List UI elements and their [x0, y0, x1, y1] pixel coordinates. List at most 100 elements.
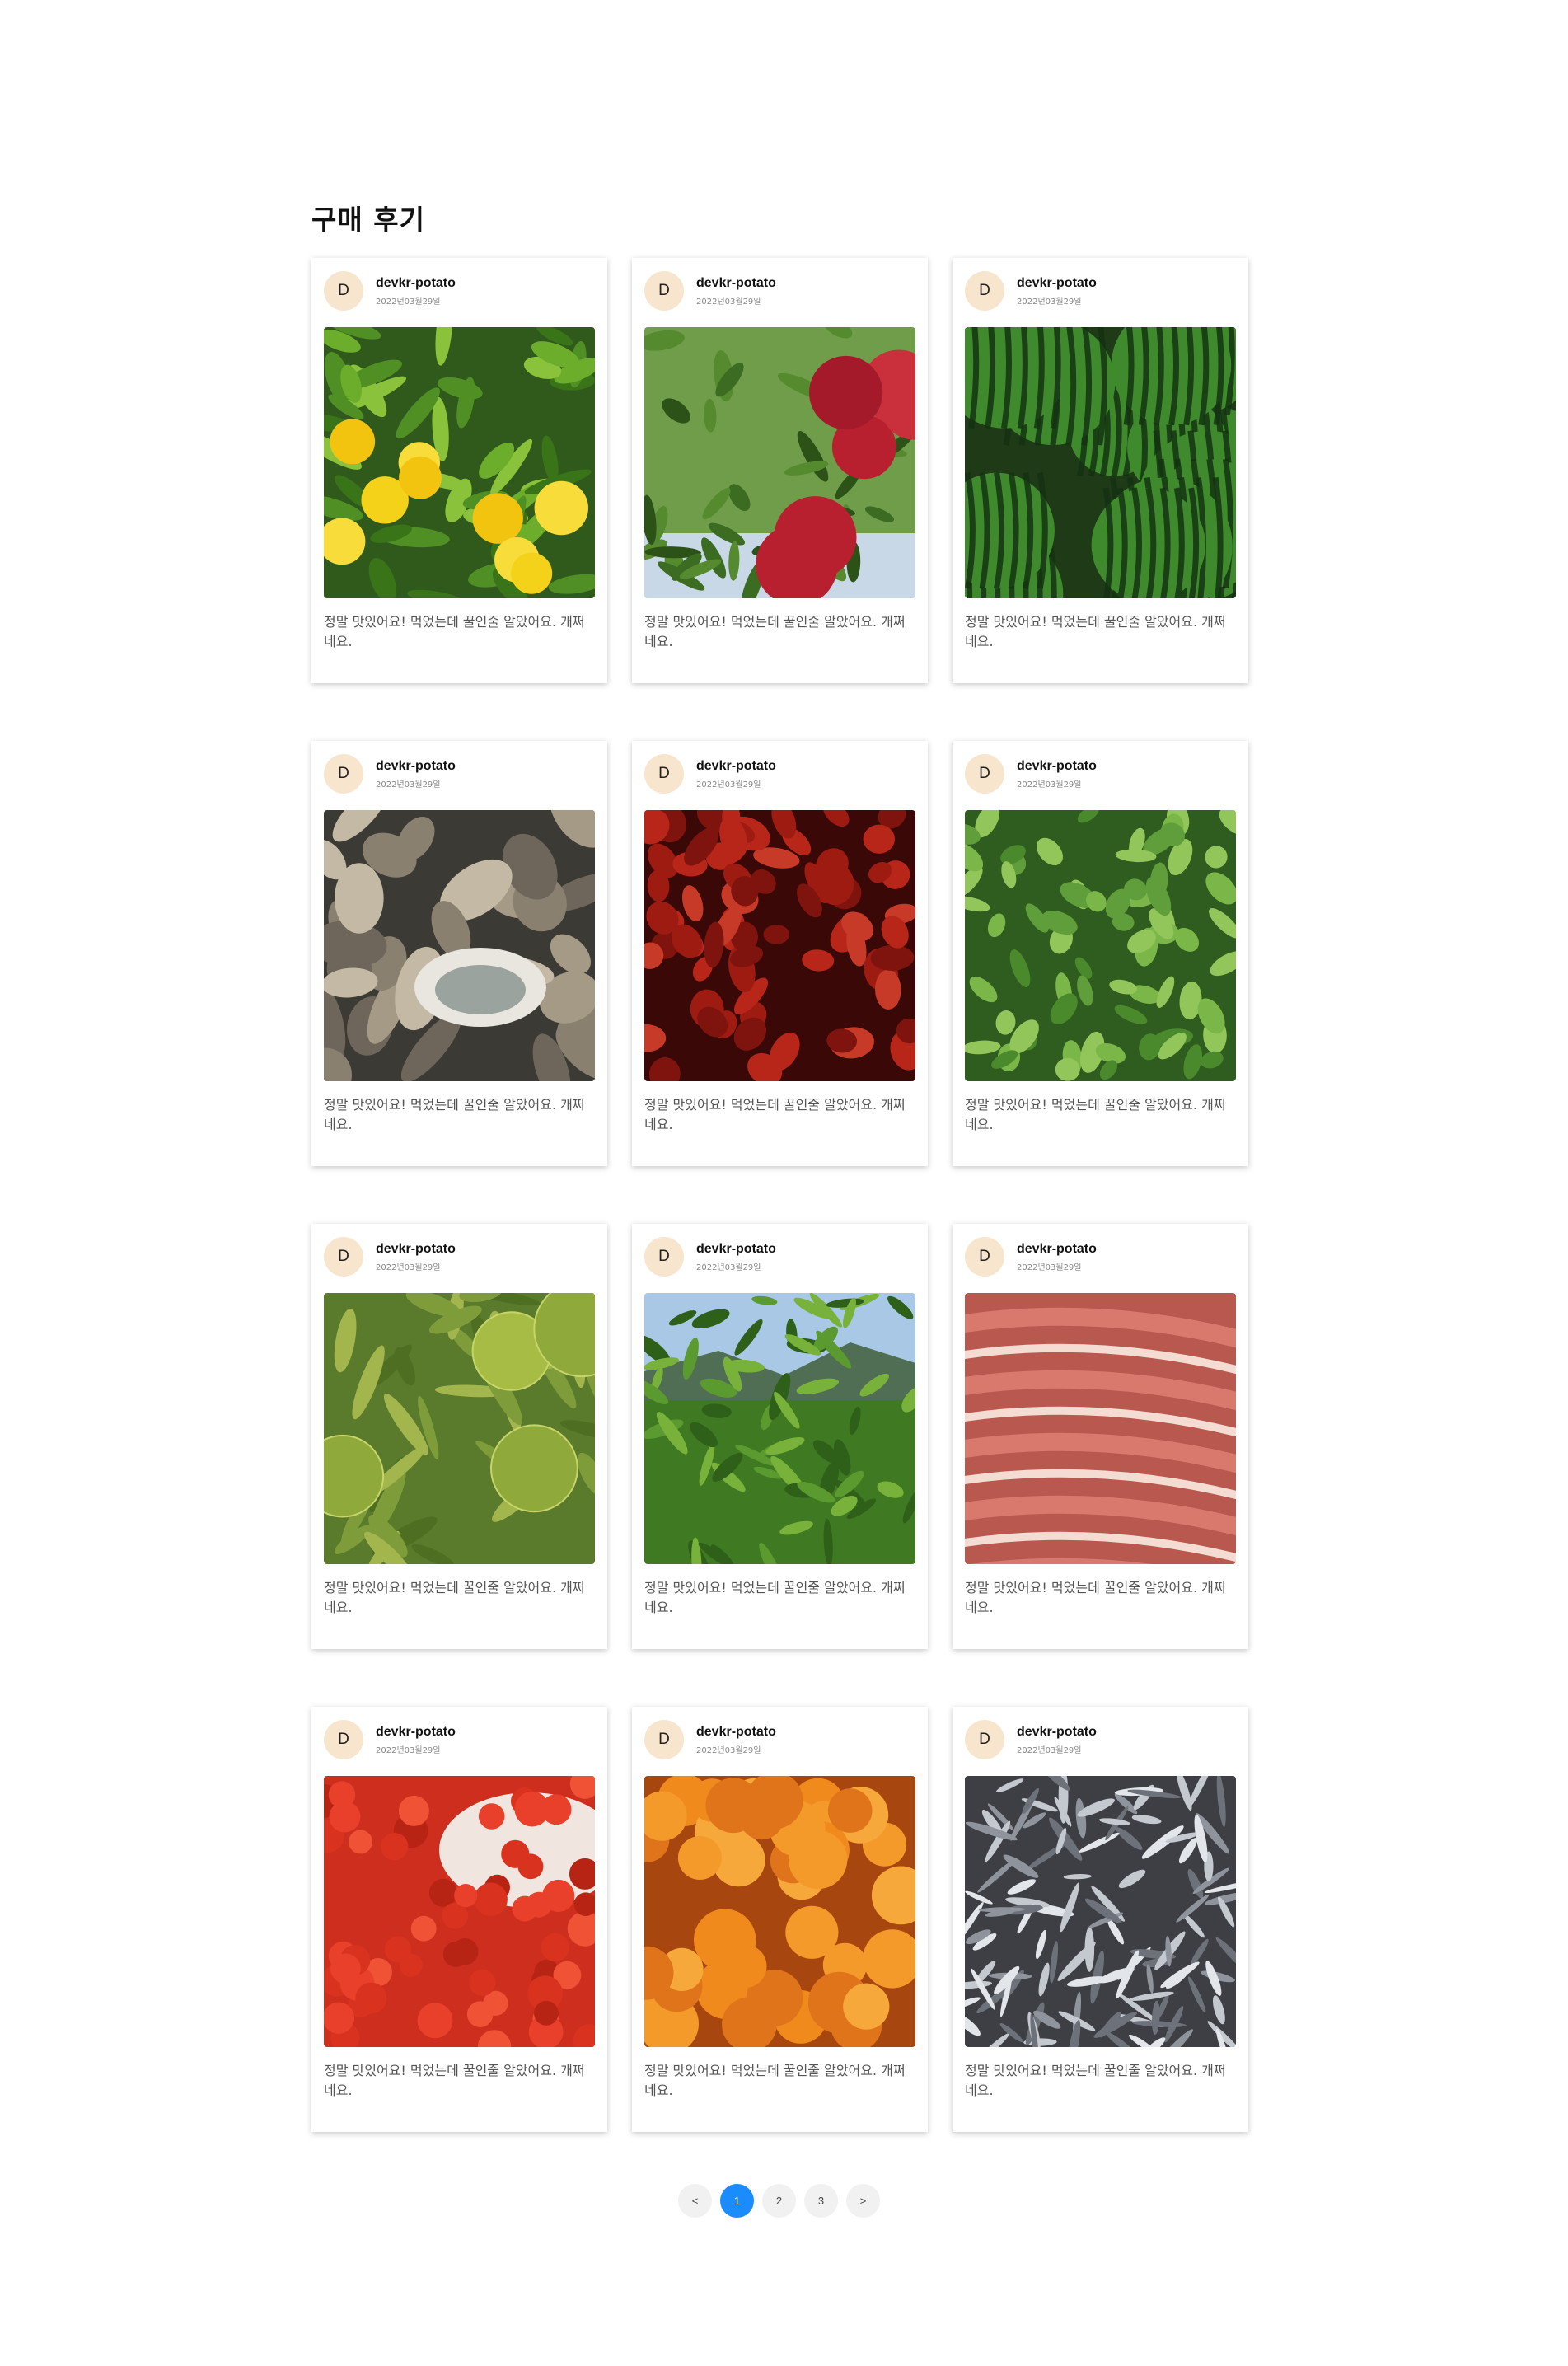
username: devkr-potato	[696, 1241, 776, 1256]
apple-branch-photo[interactable]	[644, 327, 915, 598]
jujubes-photo[interactable]	[644, 810, 915, 1081]
chestnuts-photo[interactable]	[324, 1293, 595, 1564]
review-header: D devkr-potato 2022년03월29일	[644, 1236, 776, 1277]
page-title: 구매 후기	[311, 204, 425, 237]
review-card[interactable]: D devkr-potato 2022년03월29일 정말 맛있어요! 먹었는데…	[632, 258, 928, 683]
username: devkr-potato	[696, 1724, 776, 1739]
username: devkr-potato	[376, 275, 456, 290]
review-meta: devkr-potato 2022년03월29일	[376, 276, 456, 307]
review-text: 정말 맛있어요! 먹었는데 꿀인줄 알았어요. 개쩌네요.	[644, 2063, 906, 2098]
review-text: 정말 맛있어요! 먹었는데 꿀인줄 알았어요. 개쩌네요.	[965, 1097, 1226, 1132]
review-header: D devkr-potato 2022년03월29일	[965, 753, 1097, 794]
anchovies-photo[interactable]	[965, 1776, 1236, 2047]
username: devkr-potato	[696, 758, 776, 773]
review-meta: devkr-potato 2022년03월29일	[376, 1725, 456, 1755]
avatar: D	[324, 1237, 363, 1277]
pork-belly-photo[interactable]	[965, 1293, 1236, 1564]
page-2-button[interactable]: 2	[762, 2184, 796, 2218]
avatar: D	[965, 1720, 1004, 1759]
review-date: 2022년03월29일	[376, 1745, 441, 1755]
username: devkr-potato	[696, 275, 776, 290]
username: devkr-potato	[376, 1724, 456, 1739]
avatar: D	[965, 754, 1004, 794]
avatar: D	[644, 1237, 684, 1277]
review-text: 정말 맛있어요! 먹었는데 꿀인줄 알았어요. 개쩌네요.	[965, 1580, 1226, 1615]
avatar: D	[644, 1720, 684, 1759]
review-date: 2022년03월29일	[1017, 1745, 1082, 1755]
review-card[interactable]: D devkr-potato 2022년03월29일 정말 맛있어요! 먹었는데…	[632, 741, 928, 1166]
review-text: 정말 맛있어요! 먹었는데 꿀인줄 알았어요. 개쩌네요.	[324, 1097, 585, 1132]
review-text: 정말 맛있어요! 먹었는데 꿀인줄 알았어요. 개쩌네요.	[965, 2063, 1226, 2098]
next-page-button[interactable]: >	[846, 2184, 880, 2218]
watermelons-photo[interactable]	[965, 327, 1236, 598]
avatar: D	[324, 754, 363, 794]
review-header: D devkr-potato 2022년03월29일	[644, 1719, 776, 1760]
review-text: 정말 맛있어요! 먹었는데 꿀인줄 알았어요. 개쩌네요.	[644, 1097, 906, 1132]
review-date: 2022년03월29일	[1017, 297, 1082, 307]
page-1-button[interactable]: 1	[720, 2184, 754, 2218]
review-card[interactable]: D devkr-potato 2022년03월29일 정말 맛있어요! 먹었는데…	[632, 1707, 928, 2132]
review-header: D devkr-potato 2022년03월29일	[965, 1236, 1097, 1277]
review-date: 2022년03월29일	[376, 1263, 441, 1272]
review-card[interactable]: D devkr-potato 2022년03월29일 정말 맛있어요! 먹었는데…	[632, 1224, 928, 1649]
cherry-tomatoes-photo[interactable]	[324, 1776, 595, 2047]
review-text: 정말 맛있어요! 먹었는데 꿀인줄 알았어요. 개쩌네요.	[965, 614, 1226, 649]
username: devkr-potato	[376, 1241, 456, 1256]
review-grid: D devkr-potato 2022년03월29일 정말 맛있어요! 먹었는데…	[311, 258, 1248, 2132]
review-text: 정말 맛있어요! 먹었는데 꿀인줄 알았어요. 개쩌네요.	[644, 1580, 906, 1615]
username: devkr-potato	[1017, 275, 1097, 290]
review-card[interactable]: D devkr-potato 2022년03월29일 정말 맛있어요! 먹었는데…	[311, 258, 607, 683]
review-card[interactable]: D devkr-potato 2022년03월29일 정말 맛있어요! 먹었는데…	[953, 1707, 1248, 2132]
review-text: 정말 맛있어요! 먹었는데 꿀인줄 알았어요. 개쩌네요.	[644, 614, 906, 649]
review-header: D devkr-potato 2022년03월29일	[965, 270, 1097, 312]
oysters-photo[interactable]	[324, 810, 595, 1081]
review-meta: devkr-potato 2022년03월29일	[1017, 759, 1097, 789]
review-card[interactable]: D devkr-potato 2022년03월29일 정말 맛있어요! 먹었는데…	[953, 258, 1248, 683]
review-header: D devkr-potato 2022년03월29일	[965, 1719, 1097, 1760]
review-card[interactable]: D devkr-potato 2022년03월29일 정말 맛있어요! 먹었는데…	[311, 1707, 607, 2132]
review-card[interactable]: D devkr-potato 2022년03월29일 정말 맛있어요! 먹었는데…	[311, 1224, 607, 1649]
avatar: D	[324, 271, 363, 311]
tea-field-photo[interactable]	[644, 1293, 915, 1564]
review-date: 2022년03월29일	[1017, 1263, 1082, 1272]
review-card[interactable]: D devkr-potato 2022년03월29일 정말 맛있어요! 먹었는데…	[311, 741, 607, 1166]
review-header: D devkr-potato 2022년03월29일	[644, 270, 776, 312]
username: devkr-potato	[376, 758, 456, 773]
review-text: 정말 맛있어요! 먹었는데 꿀인줄 알았어요. 개쩌네요.	[324, 614, 585, 649]
lemon-tree-photo[interactable]	[324, 327, 595, 598]
review-header: D devkr-potato 2022년03월29일	[324, 270, 456, 312]
avatar: D	[644, 271, 684, 311]
avatar: D	[965, 1237, 1004, 1277]
review-meta: devkr-potato 2022년03월29일	[696, 1725, 776, 1755]
review-header: D devkr-potato 2022년03월29일	[324, 753, 456, 794]
page-3-button[interactable]: 3	[804, 2184, 838, 2218]
review-meta: devkr-potato 2022년03월29일	[1017, 276, 1097, 307]
review-header: D devkr-potato 2022년03월29일	[324, 1719, 456, 1760]
review-date: 2022년03월29일	[376, 297, 441, 307]
persimmons-photo[interactable]	[644, 1776, 915, 2047]
avatar: D	[644, 754, 684, 794]
username: devkr-potato	[1017, 1724, 1097, 1739]
review-text: 정말 맛있어요! 먹었는데 꿀인줄 알았어요. 개쩌네요.	[324, 1580, 585, 1615]
review-date: 2022년03월29일	[696, 297, 761, 307]
review-date: 2022년03월29일	[1017, 780, 1082, 789]
greens-photo[interactable]	[965, 810, 1236, 1081]
review-header: D devkr-potato 2022년03월29일	[324, 1236, 456, 1277]
username: devkr-potato	[1017, 1241, 1097, 1256]
review-meta: devkr-potato 2022년03월29일	[376, 1242, 456, 1272]
review-card[interactable]: D devkr-potato 2022년03월29일 정말 맛있어요! 먹었는데…	[953, 1224, 1248, 1649]
review-date: 2022년03월29일	[696, 1745, 761, 1755]
pagination: <1 2 3 >	[678, 2184, 880, 2218]
review-text: 정말 맛있어요! 먹었는데 꿀인줄 알았어요. 개쩌네요.	[324, 2063, 585, 2098]
review-date: 2022년03월29일	[696, 780, 761, 789]
review-date: 2022년03월29일	[696, 1263, 761, 1272]
review-card[interactable]: D devkr-potato 2022년03월29일 정말 맛있어요! 먹었는데…	[953, 741, 1248, 1166]
prev-page-button[interactable]: <	[678, 2184, 712, 2218]
review-meta: devkr-potato 2022년03월29일	[1017, 1725, 1097, 1755]
username: devkr-potato	[1017, 758, 1097, 773]
review-header: D devkr-potato 2022년03월29일	[644, 753, 776, 794]
review-meta: devkr-potato 2022년03월29일	[376, 759, 456, 789]
review-meta: devkr-potato 2022년03월29일	[696, 759, 776, 789]
avatar: D	[965, 271, 1004, 311]
review-meta: devkr-potato 2022년03월29일	[1017, 1242, 1097, 1272]
